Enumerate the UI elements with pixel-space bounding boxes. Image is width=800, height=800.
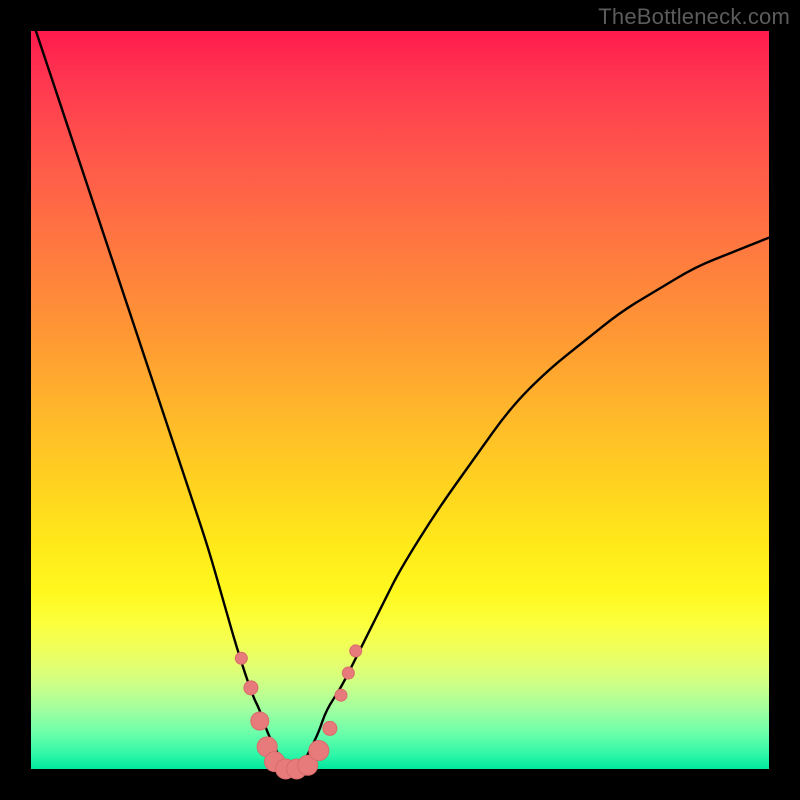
curve-marker (335, 689, 347, 701)
curve-marker (350, 645, 362, 657)
watermark-label: TheBottleneck.com (598, 4, 790, 30)
curve-markers (235, 645, 361, 779)
curve-marker (251, 712, 269, 730)
curve-marker (235, 652, 247, 664)
chart-svg (31, 31, 769, 769)
curve-marker (309, 741, 329, 761)
chart-frame: TheBottleneck.com (0, 0, 800, 800)
curve-marker (244, 681, 258, 695)
curve-marker (323, 721, 337, 735)
plot-area (31, 31, 769, 769)
curve-marker (342, 667, 354, 679)
bottleneck-curve (31, 16, 769, 769)
